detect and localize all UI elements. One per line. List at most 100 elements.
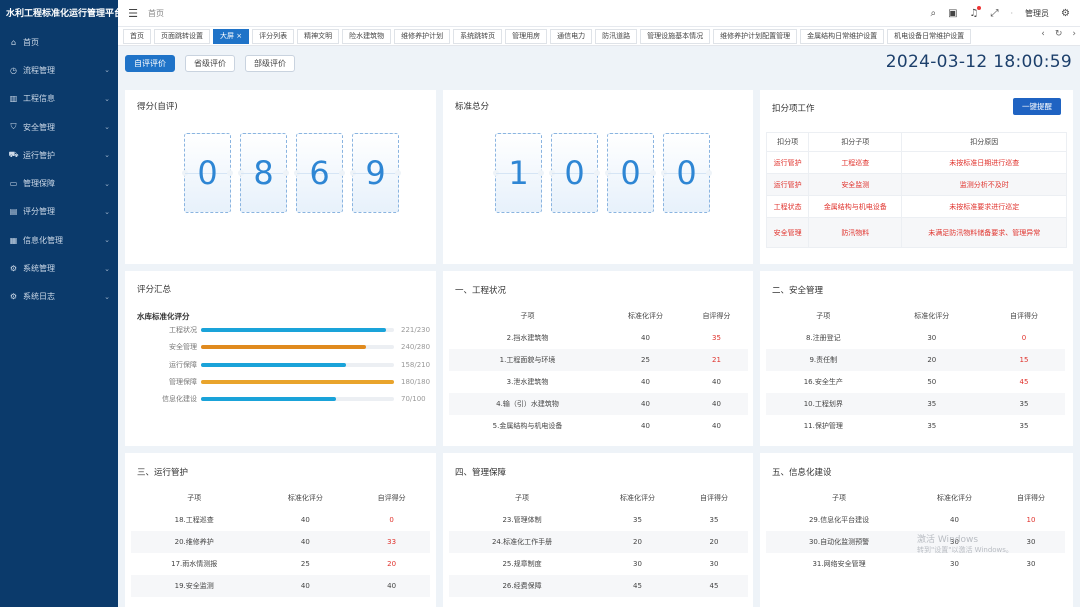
table-row[interactable]: 8.注册登记 30 0 [766, 327, 1065, 349]
tab-8[interactable]: 管理用房 [505, 28, 548, 44]
table-row[interactable]: 26.经费保障 45 45 [449, 575, 748, 597]
deduction-row[interactable]: 运行管护 安全监测 监测分析不及时 [765, 173, 1067, 196]
eval-button-1[interactable]: 省级评价 [185, 55, 235, 72]
monitor-icon: ▭ [9, 179, 18, 189]
home-icon: ⌂ [10, 37, 17, 47]
tab-11[interactable]: 管理设施基本情况 [640, 28, 711, 44]
refresh-icon[interactable]: ↻ [1055, 29, 1063, 39]
table-cell: 25.规章制度 [502, 560, 542, 568]
one-click-remind-button[interactable]: 一键提醒 [1013, 98, 1061, 115]
table-cell: 30 [927, 334, 937, 342]
section-header-cell: 子项 [187, 494, 202, 502]
tab-7[interactable]: 系统跳转页 [453, 28, 503, 44]
eval-button-2[interactable]: 部级评价 [245, 55, 295, 72]
log-icon: ⚙ [9, 292, 18, 302]
tab-next-icon[interactable]: › [1072, 29, 1076, 39]
user-name[interactable]: 管理员 [1025, 8, 1049, 19]
sidebar-item-0[interactable]: ⌂ 首页 [0, 28, 118, 56]
deduction-cell: 工程巡查 [808, 151, 903, 174]
tab-prev-icon[interactable]: ‹ [1041, 29, 1045, 39]
table-row[interactable]: 4.输（引）水建筑物 40 40 [449, 393, 748, 415]
sidebar-item-2[interactable]: ▥ 工程信息 ⌄ [0, 85, 118, 113]
flow-icon: ◷ [10, 65, 17, 75]
tab-1[interactable]: 页面跳转设置 [154, 28, 210, 44]
summary-bar-fill [201, 397, 337, 402]
section-title: 一、工程状况 [455, 286, 507, 296]
tab-2[interactable]: 大屏 × [213, 28, 250, 44]
table-row[interactable]: 30.自动化监测预警 30 30 [766, 531, 1065, 553]
table-row[interactable]: 5.金属结构与机电设备 40 40 [449, 415, 748, 437]
section-header-cell: 标准化评分 [287, 494, 323, 502]
bell-icon[interactable]: ♫ [970, 5, 982, 19]
sidebar-item-4[interactable]: ⛟ 运行管护 ⌄ [0, 141, 118, 169]
table-row[interactable]: 19.安全监测 40 40 [131, 575, 430, 597]
sidebar-item-5[interactable]: ▭ 管理保障 ⌄ [0, 169, 118, 197]
tab-4[interactable]: 精神文明 [297, 28, 340, 44]
table-row[interactable]: 29.信息化平台建设 40 10 [766, 509, 1065, 531]
table-row[interactable]: 11.保护管理 35 35 [766, 415, 1065, 437]
table-cell: 20 [679, 531, 748, 553]
tab-13[interactable]: 金属结构日常维护设置 [800, 28, 885, 44]
sidebar-item-label: 评分管理 [23, 207, 55, 217]
table-row[interactable]: 24.标准化工作手册 20 20 [449, 531, 748, 553]
table-row[interactable]: 20.维修养护 40 33 [131, 531, 430, 553]
tab-0[interactable]: 首页 [123, 28, 151, 44]
search-icon[interactable]: ⌕ [930, 8, 936, 19]
table-row[interactable]: 9.责任制 20 15 [766, 349, 1065, 371]
sidebar-item-1[interactable]: ◷ 流程管理 ⌄ [0, 56, 118, 84]
summary-bar-label: 工程状况 [169, 326, 197, 334]
section-table: 子项 标准化评分 自评得分 18.工程巡查 40 0 20.维修养护 40 33 17.雨水情测报… [131, 487, 430, 597]
deduction-row[interactable]: 安全管理 防汛物料 未满足防汛物料储备要求、管理异常 [765, 217, 1067, 248]
tab-6[interactable]: 维修养护计划 [394, 28, 451, 44]
table-row[interactable]: 1.工程面貌与环境 25 21 [449, 349, 748, 371]
section-table: 子项 标准化评分 自评得分 23.管理体制 35 35 24.标准化工作手册 20 20 25.规… [449, 487, 748, 597]
table-cell: 45 [595, 575, 680, 597]
shield-icon: ⛉ [10, 122, 17, 132]
deduction-header-cell: 扣分项 [765, 132, 810, 152]
deduction-panel: 扣分项工作 一键提醒 扣分项 扣分子项 扣分原因 运行管护 工程巡查 未按标准日期进行巡查… [760, 90, 1073, 264]
tab-9[interactable]: 通信电力 [550, 28, 593, 44]
deduction-row[interactable]: 工程状态 金属结构与机电设备 未按标准要求进行巡定 [765, 195, 1067, 218]
table-cell: 30 [633, 560, 642, 568]
sidebar-item-3[interactable]: ⛉ 安全管理 ⌄ [0, 113, 118, 141]
tab-5[interactable]: 险水建筑物 [342, 28, 392, 44]
section-header-cell: 自评得分 [1016, 494, 1045, 502]
table-cell: 30 [709, 560, 719, 568]
tab-3[interactable]: 评分列表 [252, 28, 295, 44]
table-row[interactable]: 3.泄水建筑物 40 40 [449, 371, 748, 393]
deduction-row[interactable]: 运行管护 工程巡查 未按标准日期进行巡查 [765, 151, 1067, 174]
section-clip: 二、安全管理 子项 标准化评分 自评得分 8.注册登记 30 0 9.责任制 20 15 16.安全… [760, 271, 1073, 446]
table-row[interactable]: 2.挡水建筑物 40 35 [449, 327, 748, 349]
table-cell: 19.安全监测 [131, 575, 258, 597]
avatar[interactable]: · [1010, 9, 1013, 18]
eval-button-0[interactable]: 自评评价 [125, 55, 175, 72]
section-panel-4: 五、信息化建设 子项 标准化评分 自评得分 29.信息化平台建设 40 10 30.自动化监测… [760, 453, 1073, 607]
truck-icon: ⛟ [8, 150, 19, 160]
deduction-header-row: 扣分项 扣分子项 扣分原因 [765, 132, 1067, 152]
table-row[interactable]: 25.规章制度 30 30 [449, 553, 748, 575]
table-row[interactable]: 31.网络安全管理 30 30 [766, 553, 1065, 575]
sidebar-item-8[interactable]: ⚙ 系统管理 ⌄ [0, 254, 118, 282]
sidebar-item-7[interactable]: ▦ 信息化管理 ⌄ [0, 226, 118, 254]
fullscreen-icon[interactable]: ⤢ [990, 8, 998, 19]
table-cell: 35 [1019, 422, 1029, 430]
score-summary-panel: 评分汇总 水库标准化评分 工程状况 221/230 安全管理 240/280 运行保障 1… [125, 271, 436, 446]
breadcrumb: 首页 [148, 8, 164, 18]
table-row[interactable]: 10.工程划界 35 35 [766, 393, 1065, 415]
sidebar-item-6[interactable]: ▤ 评分管理 ⌄ [0, 198, 118, 226]
table-cell: 40 [711, 378, 721, 386]
table-cell: 15 [983, 349, 1065, 371]
table-row[interactable]: 23.管理体制 35 35 [449, 509, 748, 531]
table-row[interactable]: 16.安全生产 50 45 [766, 371, 1065, 393]
settings-gear-icon[interactable]: ⚙ [1061, 8, 1070, 19]
menu-toggle-icon[interactable]: ☰ [122, 7, 144, 20]
message-icon[interactable]: ▣ [948, 8, 957, 19]
watermark-line-1: 激活 Windows [917, 535, 979, 545]
table-row[interactable]: 18.工程巡查 40 0 [131, 509, 430, 531]
tab-10[interactable]: 防汛道路 [595, 28, 638, 44]
table-cell: 24.标准化工作手册 [449, 531, 596, 553]
table-row[interactable]: 17.雨水情测报 25 20 [131, 553, 430, 575]
tab-14[interactable]: 机电设备日常维护设置 [887, 28, 972, 44]
tab-12[interactable]: 维修养护计划配置管理 [713, 28, 798, 44]
sidebar-item-9[interactable]: ⚙ 系统日志 ⌄ [0, 283, 118, 311]
